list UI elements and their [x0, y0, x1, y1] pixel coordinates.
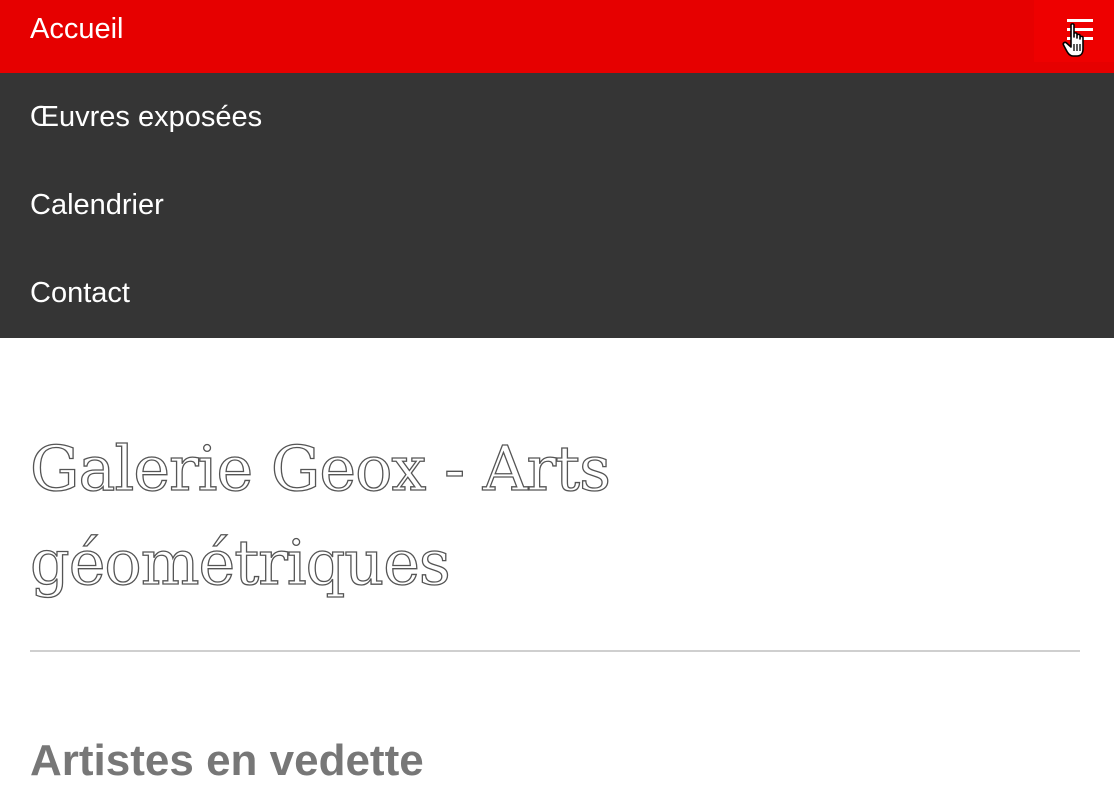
dropdown-menu: Œuvres exposées Calendrier Contact: [0, 73, 1114, 338]
menu-toggle-button[interactable]: [1034, 0, 1114, 62]
section-heading: Artistes en vedette: [30, 736, 424, 785]
nav-item-contact[interactable]: Contact: [30, 274, 130, 312]
page-title: Galerie Geox - Arts géométriques: [29, 431, 611, 599]
top-navigation-bar: Accueil: [0, 0, 1114, 73]
nav-item-calendrier[interactable]: Calendrier: [30, 186, 164, 224]
nav-item-oeuvres-exposees[interactable]: Œuvres exposées: [30, 98, 262, 136]
home-link[interactable]: Accueil: [30, 10, 124, 48]
divider: [30, 650, 1080, 652]
